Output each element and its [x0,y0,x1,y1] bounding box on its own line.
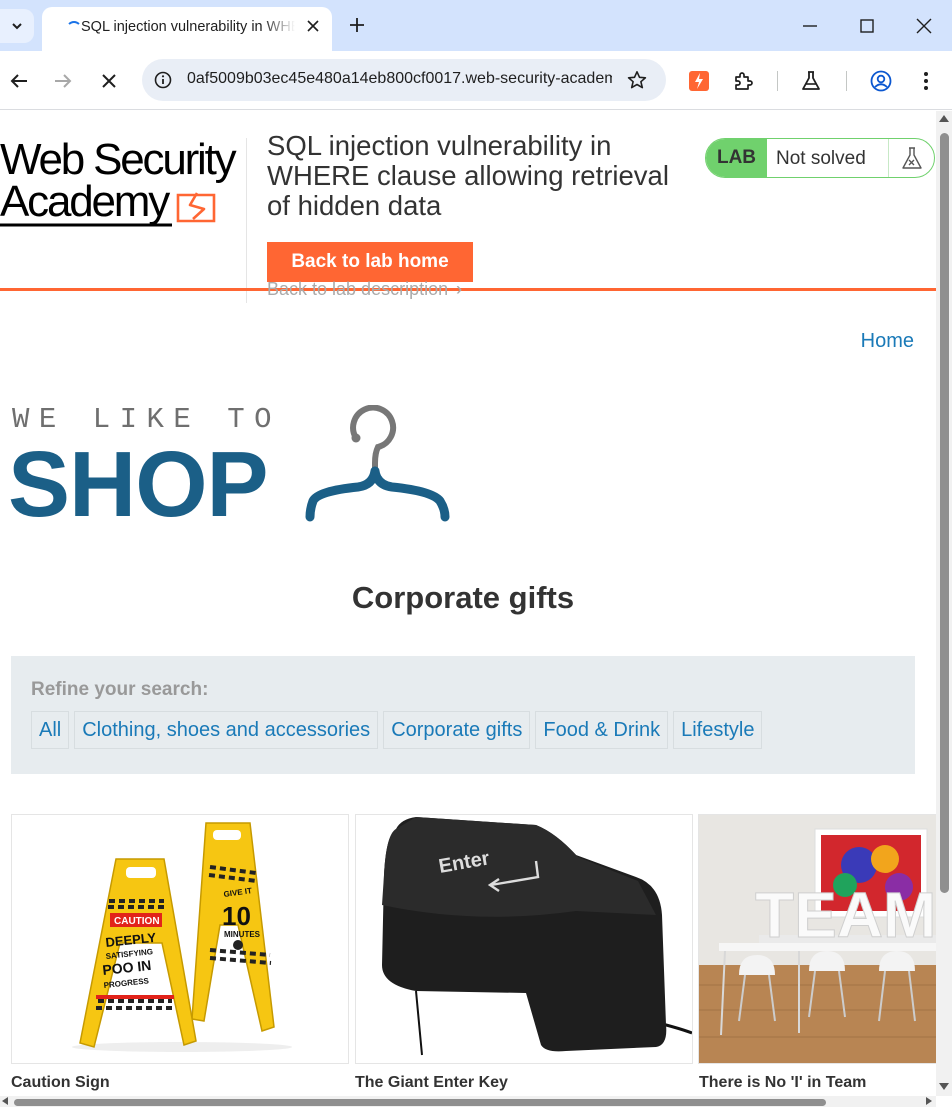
forward-button[interactable] [48,66,78,96]
filter-food-drink[interactable]: Food & Drink [535,711,669,749]
browser-menu-button[interactable] [912,67,940,95]
forward-arrow-icon [55,74,72,88]
product-name-no-i-in-team[interactable]: There is No 'I' in Team [699,1074,866,1092]
back-arrow-icon [10,74,27,88]
labs-button[interactable] [797,67,825,95]
scroll-down-arrow-icon[interactable] [939,1083,949,1090]
shop-logo-word: SHOP [8,432,269,536]
vertical-scroll-thumb[interactable] [940,133,949,893]
toolbar-separator [846,71,847,91]
product-name-giant-enter-key[interactable]: The Giant Enter Key [355,1074,508,1092]
filter-all[interactable]: All [31,711,70,749]
sign-caution-text: CAUTION [114,916,160,927]
clothes-hanger-icon [305,405,450,522]
giant-enter-key-image: Enter [356,815,692,1063]
scroll-left-arrow-icon[interactable] [2,1097,8,1105]
tab-strip: SQL injection vulnerability in WHERE cla… [0,0,952,51]
maximize-icon [860,19,874,33]
back-button[interactable] [4,66,34,96]
filter-corporate-gifts[interactable]: Corporate gifts [383,711,531,749]
profile-icon [870,70,892,92]
product-image-giant-enter-key[interactable]: Enter [355,814,693,1064]
toolbar-separator [777,71,778,91]
browser-toolbar: 0af5009b03ec45e480a14eb800cf0017.web-sec… [0,51,952,110]
active-tab[interactable]: SQL injection vulnerability in WHERE cla… [42,7,332,51]
lab-status-text: Not solved [776,148,866,169]
scroll-right-arrow-icon[interactable] [926,1097,932,1105]
maximize-button[interactable] [847,8,887,44]
refine-search-label: Refine your search: [31,679,209,700]
close-icon [307,20,319,32]
filter-clothing-shoes-accessories[interactable]: Clothing, shoes and accessories [74,711,379,749]
site-info-icon [154,71,172,89]
header-divider [246,138,247,303]
stop-loading-button[interactable] [94,66,124,96]
refine-search-panel: Refine your search: All Clothing, shoes … [11,656,915,774]
back-to-lab-home-button[interactable]: Back to lab home [267,242,473,282]
lab-flask-icon [888,139,934,177]
horizontal-scrollbar[interactable] [0,1096,936,1107]
lab-title: SQL injection vulnerability in WHERE cla… [267,130,669,221]
bookmark-star-icon [627,71,647,89]
filter-lifestyle[interactable]: Lifestyle [673,711,763,749]
profile-button[interactable] [867,67,895,95]
sign-10-text: 10 [222,901,251,931]
web-security-academy-logo[interactable]: Web Security Academy [0,135,242,227]
lab-status-widget: LAB Not solved [705,138,935,178]
product-image-no-i-in-team[interactable]: TEAM [698,814,936,1064]
plus-icon [350,18,364,32]
extensions-puzzle-icon [735,72,753,90]
home-link[interactable]: Home [861,330,914,353]
tab-title: SQL injection vulnerability in WHERE cla… [81,19,295,35]
back-description-label: Back to lab description [267,279,449,299]
we-like-to-shop-logo: WE LIKE TO SHOP [8,399,460,536]
lab-badge: LAB [706,139,767,177]
labs-flask-icon [802,71,820,90]
stop-loading-icon [102,74,116,88]
academy-logo-mark-icon [0,192,216,227]
back-to-lab-description-link[interactable]: Back to lab description›› [267,279,462,300]
sign-minutes-text: MINUTES [224,930,261,939]
scroll-up-arrow-icon[interactable] [939,115,949,122]
caution-sign-image: GIVE IT 10 MINUTES CAUTION DEEPLY SATISF… [12,815,348,1063]
new-tab-button[interactable] [344,12,370,38]
minimize-icon [803,25,817,27]
category-title: Corporate gifts [351,580,575,615]
tab-close-button[interactable] [302,15,324,37]
burp-extension-icon [689,71,709,91]
header-orange-rule [0,288,936,291]
kebab-menu-icon [924,72,928,90]
product-image-caution-sign[interactable]: GIVE IT 10 MINUTES CAUTION DEEPLY SATISF… [11,814,349,1064]
address-bar[interactable]: 0af5009b03ec45e480a14eb800cf0017.web-sec… [142,59,666,101]
no-i-in-team-image: TEAM [699,815,936,1063]
minimize-button[interactable] [790,8,830,44]
tab-search-icon [12,23,22,30]
team-letters-text: TEAM [755,879,936,951]
window-close-button[interactable] [904,8,944,44]
extensions-button[interactable] [729,67,757,95]
product-grid: GIVE IT 10 MINUTES CAUTION DEEPLY SATISF… [11,814,936,1096]
vertical-scrollbar[interactable] [936,111,952,1096]
loading-spinner-icon [66,21,82,37]
product-name-caution-sign[interactable]: Caution Sign [11,1074,110,1092]
url-text[interactable]: 0af5009b03ec45e480a14eb800cf0017.web-sec… [187,70,612,88]
page-viewport: Web Security Academy SQL injection vulne… [0,111,936,1096]
burp-extension-button[interactable] [685,67,713,95]
category-filter-list: All Clothing, shoes and accessories Corp… [31,711,763,749]
site-info-button[interactable] [152,69,174,91]
tab-search-button[interactable] [0,9,34,43]
horizontal-scroll-thumb[interactable] [14,1099,826,1106]
academy-header: Web Security Academy SQL injection vulne… [0,111,936,303]
window-close-icon [916,18,932,34]
bookmark-button[interactable] [626,69,648,91]
